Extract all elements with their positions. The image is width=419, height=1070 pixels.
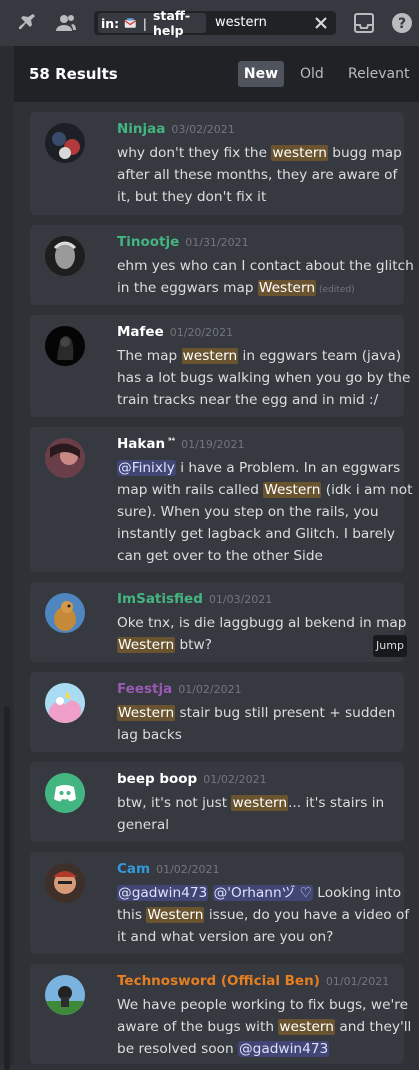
- avatar[interactable]: [45, 683, 85, 723]
- search-result[interactable]: Tinootje 01/31/2021 ehm yes who can I con…: [30, 225, 414, 305]
- search-highlight: Western: [117, 705, 176, 721]
- author-name[interactable]: Ninjaa: [117, 121, 165, 137]
- author-name[interactable]: ImSatisfied: [117, 591, 203, 607]
- search-highlight: western: [231, 795, 289, 811]
- user-mention[interactable]: @Finixly: [117, 460, 176, 476]
- filter-channel: staff-help: [152, 8, 191, 38]
- author-row: Tinootje 01/31/2021: [117, 234, 249, 250]
- results-count: 58 Results: [29, 65, 118, 83]
- author-name[interactable]: Mafee: [117, 324, 164, 340]
- svg-text:?: ?: [398, 16, 406, 32]
- author-name[interactable]: Cam: [117, 861, 150, 877]
- avatar[interactable]: [45, 123, 85, 163]
- author-row: Technosword (Official Ben) 01/01/2021: [117, 973, 389, 989]
- members-icon[interactable]: [54, 11, 78, 35]
- search-result[interactable]: Technosword (Official Ben) 01/01/2021 We …: [30, 964, 411, 1064]
- top-bar: in: | staff-help western ?: [0, 0, 419, 46]
- search-highlight: western: [271, 145, 328, 161]
- search-highlight: western: [181, 348, 239, 364]
- help-icon[interactable]: ?: [390, 11, 414, 35]
- message-text: why don't they fix the western bugg map …: [117, 145, 402, 205]
- message-text: The map western in eggwars team (java) h…: [117, 348, 411, 408]
- search-highlight: Western: [257, 280, 317, 296]
- message-text: @gadwin473 @'Orhannヅ ♡ Looking into this…: [117, 885, 410, 945]
- user-mention[interactable]: @gadwin473: [237, 1041, 330, 1057]
- author-row: Cam 01/02/2021: [117, 861, 220, 877]
- avatar[interactable]: [45, 593, 85, 633]
- filter-key: in:: [101, 15, 120, 31]
- message-date: 01/31/2021: [185, 236, 249, 249]
- message-date: 01/02/2021: [203, 773, 267, 786]
- author-row: Feestja 01/02/2021: [117, 681, 242, 697]
- channel-emoji-icon: [124, 18, 137, 28]
- message-date: 01/01/2021: [325, 975, 390, 988]
- channel-filter-chip[interactable]: in: | staff-help: [98, 8, 206, 38]
- message-date: 01/19/2021: [181, 438, 245, 451]
- user-mention[interactable]: @'Orhannヅ ♡: [212, 885, 313, 901]
- search-result[interactable]: Ninjaa 03/02/2021 why don't they fix the …: [30, 112, 404, 215]
- message-text: Western stair bug still present + sudden…: [117, 705, 396, 743]
- avatar[interactable]: [45, 975, 85, 1015]
- message-text: btw, it's not just western... it's stair…: [117, 795, 385, 833]
- sort-relevant-button[interactable]: Relevant: [348, 61, 409, 87]
- sort-old-button[interactable]: Old: [300, 61, 324, 87]
- edited-tag: (edited): [319, 285, 355, 295]
- search-results-panel: 58 Results New Old Relevant Ninjaa 03/02/…: [14, 46, 419, 1065]
- author-name[interactable]: Technosword (Official Ben): [117, 973, 320, 989]
- message-date: 01/02/2021: [156, 863, 220, 876]
- user-mention[interactable]: @gadwin473: [117, 885, 209, 901]
- avatar[interactable]: [45, 773, 85, 813]
- pin-icon[interactable]: [14, 11, 38, 35]
- search-highlight: Western: [146, 907, 205, 923]
- author-row: Mafee 01/20/2021: [117, 324, 233, 340]
- search-query: western: [215, 15, 267, 30]
- message-date: 03/02/2021: [171, 123, 235, 136]
- author-row: ImSatisfied 01/03/2021: [117, 591, 272, 607]
- message-date: 01/02/2021: [178, 683, 242, 696]
- clear-search-icon[interactable]: [312, 14, 330, 32]
- sort-new-button[interactable]: New: [238, 61, 284, 87]
- search-input[interactable]: in: | staff-help western: [94, 8, 336, 38]
- search-result[interactable]: Hakan ⁹⁴ 01/19/2021 @Finixly i have a Prob…: [30, 427, 412, 572]
- search-result[interactable]: beep boop 01/02/2021 btw, it's not just w…: [30, 762, 404, 842]
- jump-button[interactable]: Jump: [373, 635, 407, 657]
- results-header: 58 Results New Old Relevant: [14, 46, 419, 102]
- scrollbar-thumb[interactable]: [4, 706, 10, 1070]
- author-badge: ⁹⁴: [168, 436, 176, 445]
- author-name[interactable]: Feestja: [117, 681, 172, 697]
- author-row: Ninjaa 03/02/2021: [117, 121, 235, 137]
- author-row: Hakan ⁹⁴ 01/19/2021: [117, 436, 245, 452]
- author-name[interactable]: beep boop: [117, 771, 197, 787]
- message-text: We have people working to fix bugs, we'r…: [117, 997, 412, 1057]
- avatar[interactable]: [45, 863, 85, 903]
- avatar[interactable]: [45, 236, 85, 276]
- search-result[interactable]: Cam 01/02/2021 @gadwin473 @'Orhannヅ ♡ Loo…: [30, 852, 409, 954]
- search-highlight: Western: [263, 482, 322, 498]
- author-name[interactable]: Hakan: [117, 436, 165, 452]
- message-text: ehm yes who can I contact about the glit…: [117, 258, 414, 296]
- message-text: Oke tnx, is die laggbugg al bekend in ma…: [117, 615, 407, 653]
- inbox-icon[interactable]: [352, 11, 376, 35]
- search-highlight: Western: [117, 637, 176, 653]
- chip-divider: |: [142, 15, 147, 31]
- message-date: 01/20/2021: [169, 326, 234, 339]
- search-result[interactable]: Mafee 01/20/2021 The map western in eggwa…: [30, 315, 410, 417]
- author-name[interactable]: Tinootje: [117, 234, 179, 250]
- message-text: @Finixly i have a Problem. In an eggwars…: [117, 460, 413, 564]
- avatar[interactable]: [45, 438, 85, 478]
- chat-scroll-gutter: [0, 46, 14, 1070]
- search-highlight: western: [278, 1019, 335, 1035]
- search-result[interactable]: ImSatisfied 01/03/2021 Oke tnx, is die la…: [30, 582, 407, 662]
- avatar[interactable]: [45, 326, 85, 366]
- message-date: 01/03/2021: [208, 593, 273, 606]
- author-row: beep boop 01/02/2021: [117, 771, 267, 787]
- search-result[interactable]: Feestja 01/02/2021 Western stair bug stil…: [30, 672, 404, 752]
